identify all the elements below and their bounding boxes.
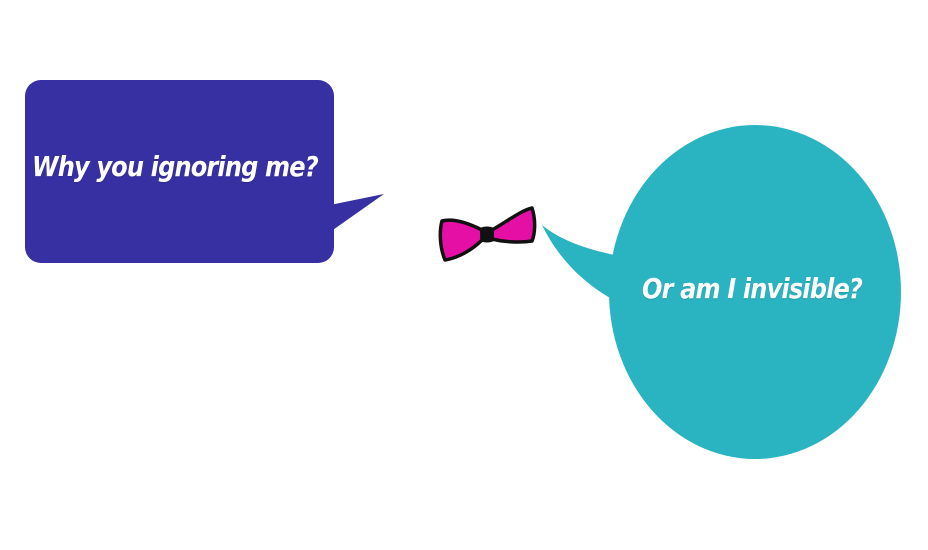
scene: Why you ignoring me? Or am I invisible?: [0, 0, 928, 550]
bow-tie-icon: [438, 206, 537, 262]
right-bubble-text: Or am I invisible?: [642, 272, 863, 305]
left-bubble-text: Why you ignoring me?: [32, 150, 319, 183]
